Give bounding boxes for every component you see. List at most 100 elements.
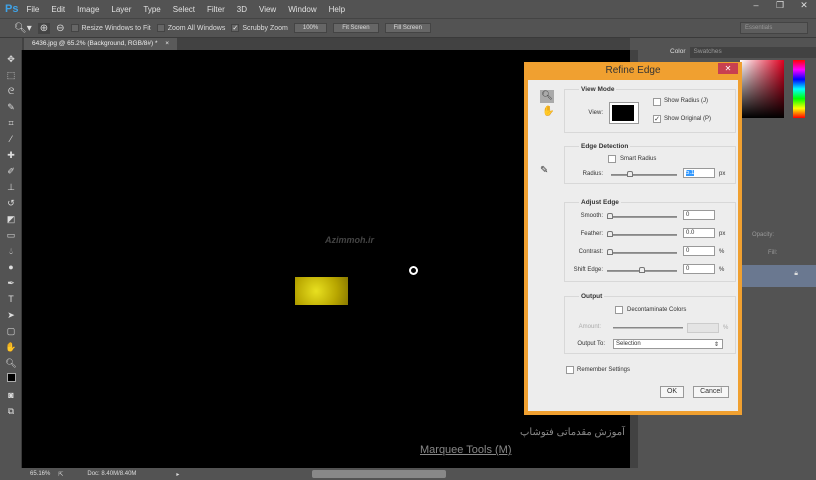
ok-button[interactable]: OK bbox=[660, 386, 684, 398]
dialog-close-button[interactable]: ✕ bbox=[718, 63, 738, 74]
radius-slider[interactable] bbox=[611, 171, 677, 177]
quick-mask-icon[interactable]: ◙ bbox=[4, 389, 18, 402]
output-group: Output Decontaminate Colors Amount: % Ou… bbox=[564, 293, 736, 354]
radius-input[interactable]: 5.1 bbox=[683, 168, 715, 178]
move-tool-icon[interactable]: ✥ bbox=[4, 53, 18, 66]
zoom-all-windows-checkbox[interactable]: Zoom All Windows bbox=[156, 24, 225, 32]
zoom-level[interactable]: 65.16% bbox=[30, 471, 50, 477]
caption-tool: Marquee Tools (M) bbox=[420, 444, 512, 456]
menu-type[interactable]: Type bbox=[143, 5, 160, 14]
hue-slider[interactable] bbox=[793, 60, 805, 118]
close-window-button[interactable]: ✕ bbox=[792, 0, 816, 16]
decontaminate-checkbox[interactable] bbox=[615, 306, 623, 314]
amount-slider bbox=[613, 327, 683, 329]
window-controls: – ❐ ✕ bbox=[744, 0, 816, 16]
marquee-tool-icon[interactable]: ⬚ bbox=[4, 69, 18, 82]
menu-3d[interactable]: 3D bbox=[237, 5, 247, 14]
menu-edit[interactable]: Edit bbox=[51, 5, 65, 14]
menu-window[interactable]: Window bbox=[288, 5, 316, 14]
menu-image[interactable]: Image bbox=[77, 5, 99, 14]
eraser-tool-icon[interactable]: ◩ bbox=[4, 213, 18, 226]
remember-settings-checkbox[interactable] bbox=[566, 366, 574, 374]
smooth-slider[interactable] bbox=[607, 213, 677, 219]
close-tab-icon[interactable]: × bbox=[165, 40, 169, 47]
tab-swatches[interactable]: Swatches bbox=[690, 47, 726, 58]
history-brush-icon[interactable]: ↺ bbox=[4, 197, 18, 210]
refine-edge-dialog: Refine Edge ✕ 🔍︎ ✋ ✎ View Mode View: Sho… bbox=[524, 62, 742, 415]
contrast-slider[interactable] bbox=[607, 249, 677, 255]
blur-tool-icon[interactable]: 💧︎ bbox=[4, 245, 18, 258]
clone-stamp-icon[interactable]: ⊥ bbox=[4, 181, 18, 194]
menu-file[interactable]: File bbox=[26, 5, 39, 14]
shift-edge-slider[interactable] bbox=[607, 267, 677, 273]
status-menu-arrow-icon[interactable]: ▸ bbox=[176, 471, 179, 478]
zoom-tool-icon[interactable]: 🔍︎▾ bbox=[14, 23, 32, 34]
healing-brush-icon[interactable]: ✚ bbox=[4, 149, 18, 162]
type-tool-icon[interactable]: T bbox=[4, 293, 18, 306]
100-percent-button[interactable]: 100% bbox=[293, 23, 328, 33]
eyedropper-tool-icon[interactable]: ⁄ bbox=[4, 133, 18, 146]
pen-tool-icon[interactable]: ✒ bbox=[4, 277, 18, 290]
menu-select[interactable]: Select bbox=[173, 5, 195, 14]
refine-radius-tool-icon[interactable]: ✎ bbox=[540, 165, 548, 176]
fill-label: Fill: bbox=[768, 250, 778, 256]
show-original-checkbox[interactable]: ✓ bbox=[653, 115, 661, 123]
zoom-out-icon[interactable]: ⊖ bbox=[56, 23, 64, 34]
lasso-tool-icon[interactable]: ᘓ bbox=[4, 85, 18, 98]
edge-detection-group: Edge Detection Smart Radius Radius: 5.1 … bbox=[564, 143, 736, 184]
hand-tool-icon[interactable]: ✋ bbox=[542, 106, 554, 117]
gradient-tool-icon[interactable]: ▭ bbox=[4, 229, 18, 242]
menu-layer[interactable]: Layer bbox=[111, 5, 131, 14]
dialog-body: 🔍︎ ✋ ✎ View Mode View: Show Radius (J) ✓… bbox=[528, 80, 738, 411]
adjust-edge-group: Adjust Edge Smooth: 0 Feather: 0.0 px Co… bbox=[564, 199, 736, 282]
fit-screen-button[interactable]: Fit Screen bbox=[333, 23, 379, 33]
scrubby-zoom-checkbox[interactable]: ✓ Scrubby Zoom bbox=[231, 24, 288, 32]
path-selection-icon[interactable]: ➤ bbox=[4, 309, 18, 322]
shift-edge-input[interactable]: 0 bbox=[683, 264, 715, 274]
feather-input[interactable]: 0.0 bbox=[683, 228, 715, 238]
fill-screen-button[interactable]: Fill Screen bbox=[384, 23, 431, 33]
menu-filter[interactable]: Filter bbox=[207, 5, 225, 14]
menu-view[interactable]: View bbox=[259, 5, 276, 14]
cancel-button[interactable]: Cancel bbox=[693, 386, 729, 398]
dialog-title: Refine Edge bbox=[605, 65, 661, 76]
opacity-label: Opacity: bbox=[752, 232, 775, 238]
crop-tool-icon[interactable]: ⌗ bbox=[4, 117, 18, 130]
image-content bbox=[295, 277, 348, 305]
photoshop-logo: Ps bbox=[5, 3, 19, 15]
feather-slider[interactable] bbox=[607, 231, 677, 237]
menu-help[interactable]: Help bbox=[329, 5, 345, 14]
horizontal-scrollbar[interactable] bbox=[312, 470, 446, 478]
hand-tool-icon[interactable]: ✋ bbox=[4, 341, 18, 354]
output-to-select[interactable]: Selection ⇕ bbox=[613, 339, 723, 349]
zoom-tool-icon[interactable]: 🔍︎ bbox=[540, 90, 554, 103]
smart-radius-checkbox[interactable] bbox=[608, 155, 616, 163]
watermark: Azimmoh.ir bbox=[325, 235, 375, 245]
screen-mode-icon[interactable]: ⧉ bbox=[4, 405, 18, 418]
workspace-select[interactable]: Essentials bbox=[740, 22, 808, 34]
brush-tool-icon[interactable]: ✐ bbox=[4, 165, 18, 178]
zoom-cursor-icon bbox=[409, 266, 418, 275]
color-panel-tabs: Color Swatches bbox=[666, 47, 816, 58]
tab-color[interactable]: Color bbox=[666, 47, 690, 58]
layer-row-background[interactable]: 🔒︎ bbox=[740, 265, 816, 287]
minimize-button[interactable]: – bbox=[744, 0, 768, 16]
restore-button[interactable]: ❐ bbox=[768, 0, 792, 16]
export-icon[interactable]: ⇱ bbox=[58, 471, 63, 478]
color-swatches-icon[interactable] bbox=[4, 373, 18, 386]
dodge-tool-icon[interactable]: ● bbox=[4, 261, 18, 274]
view-mode-dropdown[interactable] bbox=[609, 102, 639, 124]
select-arrows-icon: ⇕ bbox=[713, 342, 719, 348]
view-mode-group: View Mode View: Show Radius (J) ✓ Show O… bbox=[564, 86, 736, 133]
doc-size: Doc: 8.40M/8.40M bbox=[87, 471, 137, 477]
document-tab[interactable]: 6436.jpg @ 65.2% (Background, RGB/8#) * … bbox=[24, 38, 178, 50]
shape-tool-icon[interactable]: ▢ bbox=[4, 325, 18, 338]
show-radius-checkbox[interactable] bbox=[653, 98, 661, 106]
quick-selection-tool-icon[interactable]: ✎ bbox=[4, 101, 18, 114]
zoom-tool-icon[interactable]: 🔍︎ bbox=[4, 357, 18, 370]
zoom-in-icon[interactable]: ⊕ bbox=[37, 22, 51, 34]
color-field[interactable] bbox=[740, 60, 784, 118]
smooth-input[interactable]: 0 bbox=[683, 210, 715, 220]
contrast-input[interactable]: 0 bbox=[683, 246, 715, 256]
resize-windows-checkbox[interactable]: Resize Windows to Fit bbox=[70, 24, 151, 32]
